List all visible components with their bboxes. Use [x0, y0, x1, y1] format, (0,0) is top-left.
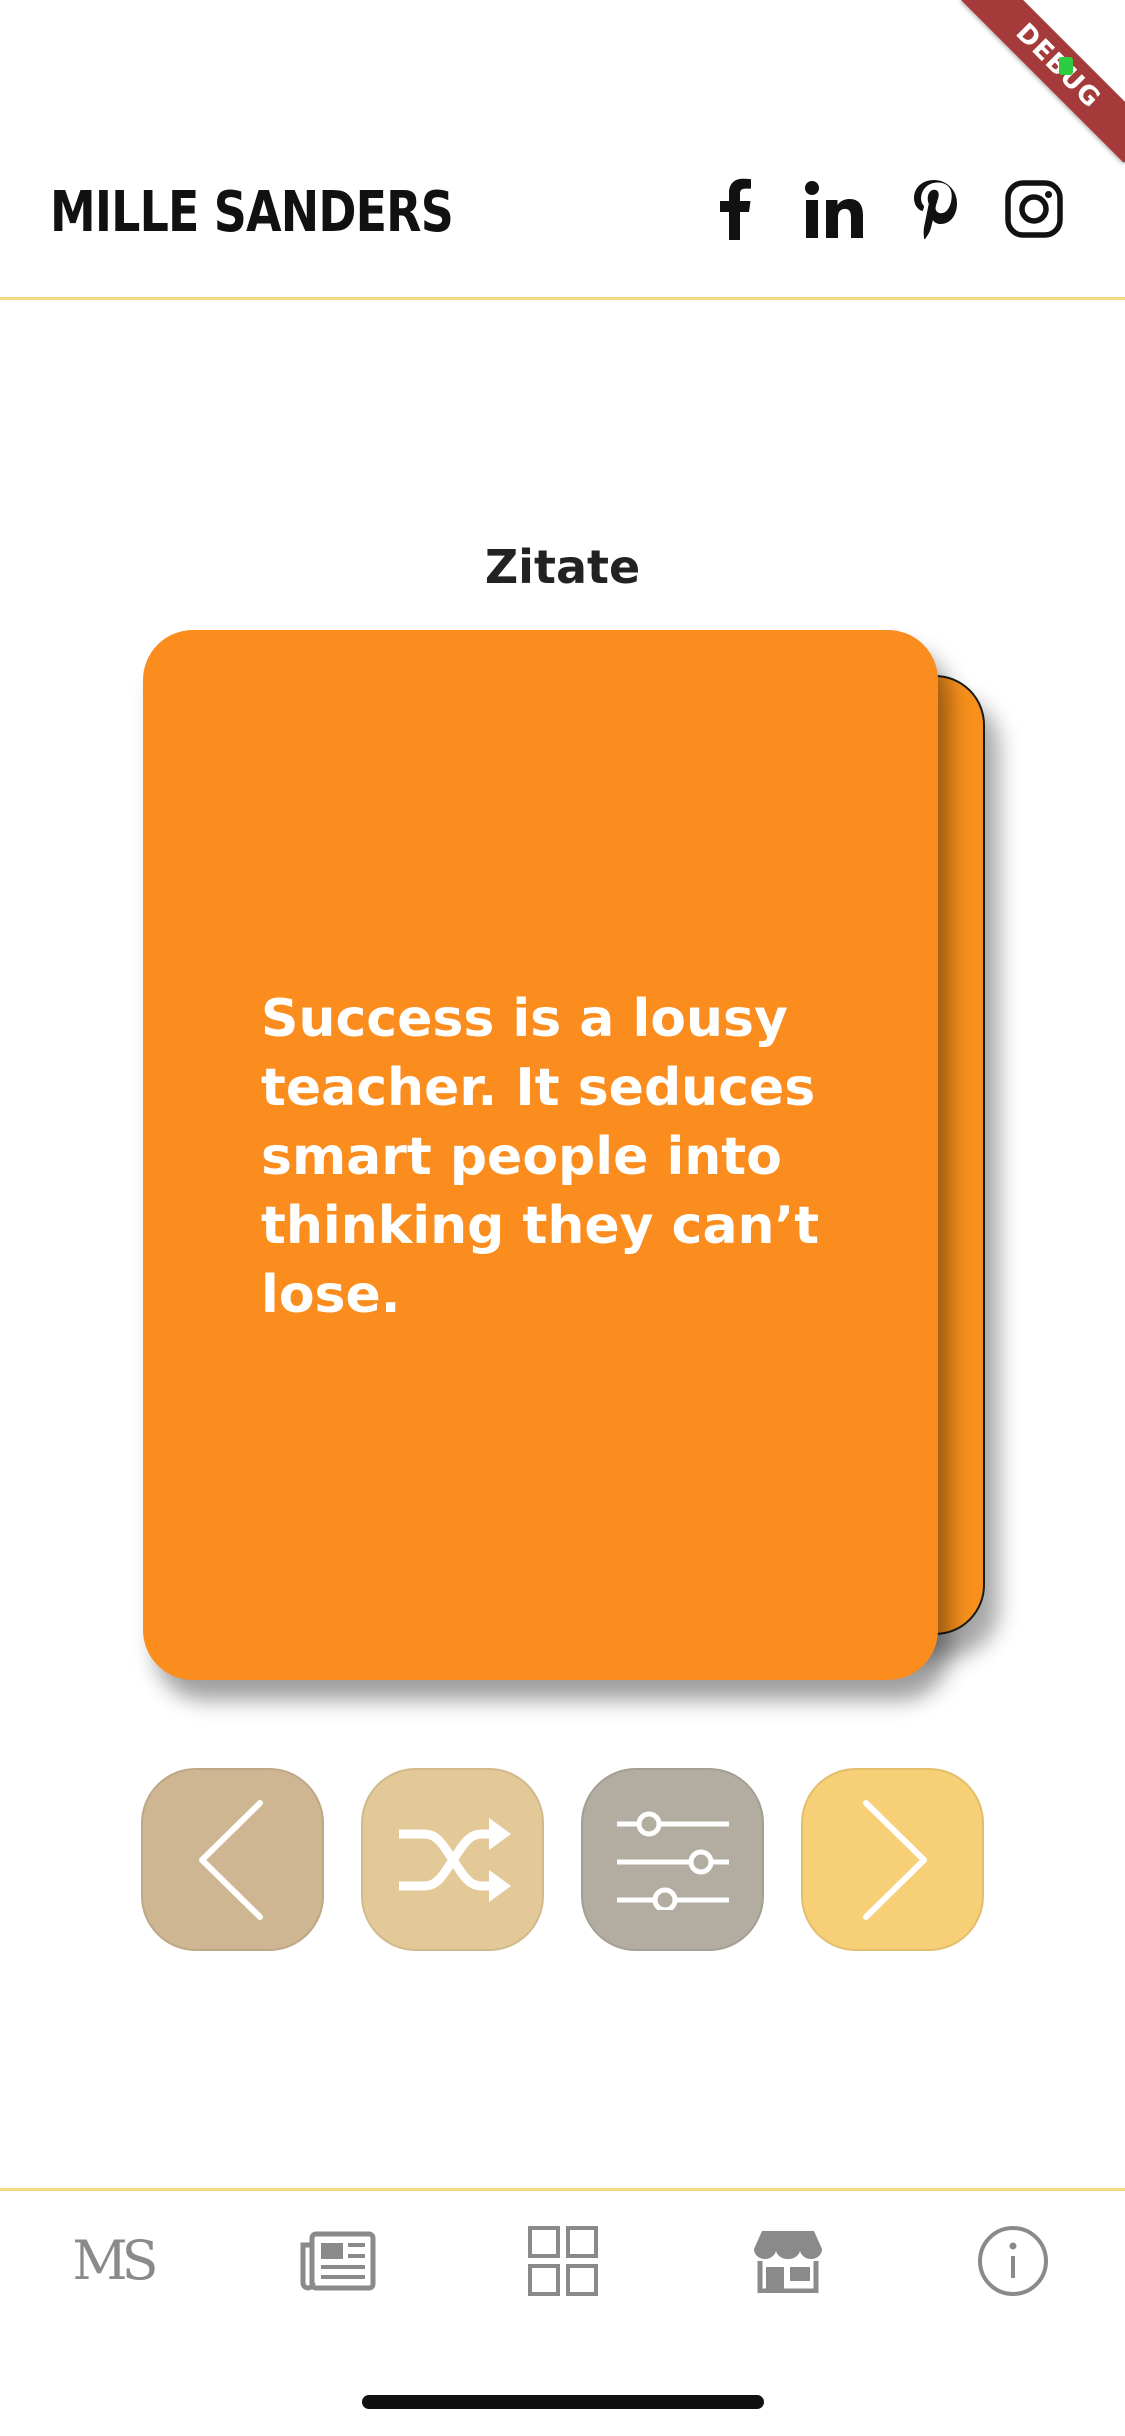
filter-settings-button[interactable] — [581, 1768, 764, 1951]
info-icon — [977, 2225, 1048, 2296]
brand-title: MILLE SANDERS — [50, 180, 454, 245]
linkedin-icon[interactable] — [803, 178, 865, 240]
app-header: MILLE SANDERS — [0, 150, 1125, 300]
home-indicator — [362, 2395, 764, 2409]
chevron-right-icon — [862, 1799, 927, 1920]
nav-home[interactable]: MS — [58, 2206, 168, 2316]
nav-news[interactable] — [283, 2206, 393, 2316]
card-controls — [141, 1768, 984, 1952]
social-links — [703, 178, 1065, 240]
instagram-icon[interactable] — [1003, 178, 1065, 240]
nav-shop[interactable] — [733, 2206, 843, 2316]
debug-indicator — [1059, 57, 1073, 75]
debug-banner: DEBUG — [961, 0, 1125, 163]
store-icon — [753, 2230, 822, 2293]
sliders-icon — [616, 1811, 729, 1910]
quote-card[interactable]: Success is a lousy teacher. It seduces s… — [143, 630, 938, 1680]
shuffle-icon — [398, 1817, 511, 1902]
pinterest-icon[interactable] — [903, 178, 965, 240]
facebook-icon[interactable] — [703, 178, 765, 240]
ms-logo-icon: MS — [72, 2229, 158, 2292]
next-button[interactable] — [801, 1768, 984, 1951]
chevron-left-icon — [198, 1799, 263, 1920]
debug-label: DEBUG — [1009, 17, 1107, 115]
newspaper-icon — [300, 2231, 375, 2290]
shuffle-button[interactable] — [361, 1768, 544, 1951]
category-title: Zitate — [484, 540, 641, 594]
quote-text: Success is a lousy teacher. It seduces s… — [261, 989, 820, 1325]
previous-button[interactable] — [141, 1768, 324, 1951]
nav-categories[interactable] — [508, 2206, 618, 2316]
nav-info[interactable] — [958, 2206, 1068, 2316]
grid-icon — [527, 2225, 598, 2296]
bottom-navigation: MS — [0, 2188, 1125, 2330]
